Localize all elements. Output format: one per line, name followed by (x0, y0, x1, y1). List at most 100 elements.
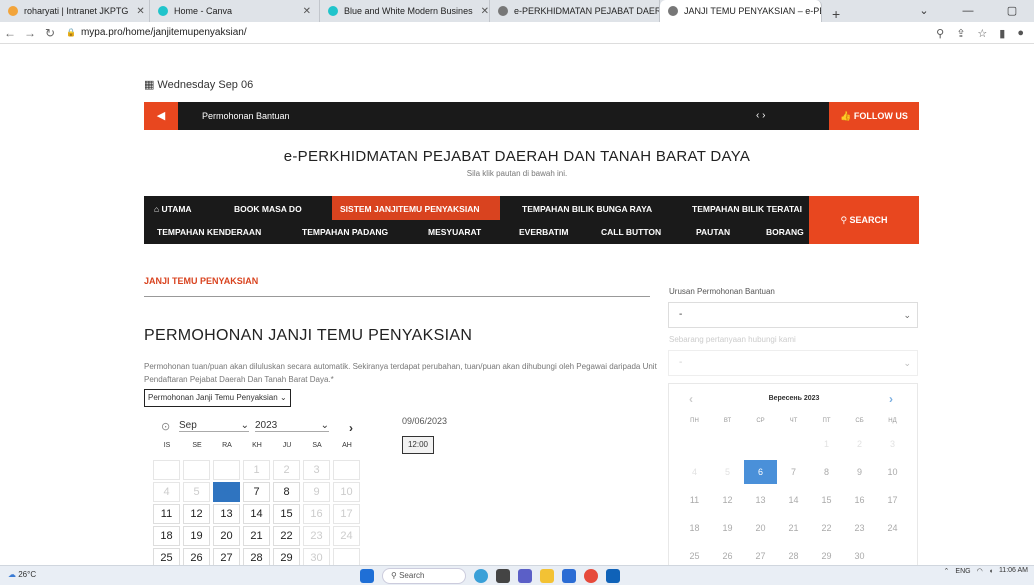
calendar-day[interactable]: 25 (153, 548, 180, 565)
calendar-day[interactable]: 29 (810, 544, 843, 565)
calendar-day[interactable]: 16 (843, 488, 876, 512)
calendar-day[interactable]: 13 (213, 504, 240, 524)
nav-item-everbatim[interactable]: EVERBATIM (519, 227, 568, 237)
volume-icon[interactable]: ◖ (989, 568, 993, 575)
next-month-icon[interactable]: › (889, 392, 893, 406)
calendar-day[interactable]: 18 (153, 526, 180, 546)
next-month-icon[interactable]: › (349, 421, 353, 435)
calendar-day[interactable]: 21 (777, 516, 810, 540)
calendar-day[interactable]: 6 (213, 482, 240, 502)
year-select[interactable]: 2023 ⌄ (255, 420, 329, 432)
calendar-day[interactable]: 8 (810, 460, 843, 484)
nav-item-sistem-janjitemu[interactable]: SISTEM JANJITEMU PENYAKSIAN (340, 204, 480, 214)
share-icon[interactable]: ⇪ (956, 27, 965, 40)
calendar-day[interactable]: 27 (213, 548, 240, 565)
maximize-icon[interactable]: ▢ (990, 0, 1034, 22)
nav-item-utama[interactable]: ⌂ UTAMA (154, 204, 192, 214)
calendar-day[interactable]: 30 (843, 544, 876, 565)
calendar-day[interactable]: 14 (777, 488, 810, 512)
calendar-day[interactable]: 26 (183, 548, 210, 565)
calendar-day[interactable]: 28 (777, 544, 810, 565)
calendar-day[interactable]: 5 (711, 460, 744, 484)
calendar-day[interactable]: 1 (810, 432, 843, 456)
calendar-day[interactable]: 12 (183, 504, 210, 524)
browser-tab[interactable]: Home - Canva ✕ (150, 0, 320, 22)
calendar-day[interactable]: 14 (243, 504, 270, 524)
task-view-icon[interactable] (496, 569, 510, 583)
wifi-icon[interactable]: ◠ (977, 567, 983, 575)
calendar-day[interactable]: 18 (678, 516, 711, 540)
nav-item-kenderaan[interactable]: TEMPAHAN KENDERAAN (157, 227, 261, 237)
tab-list-icon[interactable]: ⌄ (902, 0, 946, 22)
contact-select[interactable]: - ⌄ (668, 350, 918, 376)
month-select[interactable]: Sep ⌄ (179, 420, 249, 432)
calendar-day[interactable]: 15 (273, 504, 300, 524)
forward-icon[interactable]: → (20, 26, 40, 40)
location-icon[interactable]: ⚲ (936, 27, 944, 40)
nav-item-bilik-bunga-raya[interactable]: TEMPAHAN BILIK BUNGA RAYA (522, 204, 652, 214)
nav-item-pautan[interactable]: PAUTAN (696, 227, 730, 237)
clock[interactable]: 11:06 AM (999, 567, 1028, 575)
teams-icon[interactable] (518, 569, 532, 583)
calendar-day[interactable]: 23 (843, 516, 876, 540)
nav-item-bilik-teratai[interactable]: TEMPAHAN BILIK TERATAI (692, 204, 802, 214)
calendar-day[interactable]: 22 (810, 516, 843, 540)
browser-tab-active[interactable]: JANJI TEMU PENYAKSIAN – e-PE ✕ (660, 0, 822, 22)
calendar-day[interactable]: 19 (183, 526, 210, 546)
calendar-day[interactable]: 20 (744, 516, 777, 540)
tray-chevron-icon[interactable]: ⌃ (944, 567, 950, 575)
nav-item-book-masa-do[interactable]: BOOK MASA DO (234, 204, 302, 214)
file-explorer-icon[interactable] (540, 569, 554, 583)
calendar-day[interactable]: 25 (678, 544, 711, 565)
calendar-day[interactable]: 11 (678, 488, 711, 512)
search-button[interactable]: ⚲ SEARCH (809, 196, 919, 244)
calendar-day[interactable]: 15 (810, 488, 843, 512)
close-icon[interactable]: ✕ (128, 6, 144, 17)
outlook-icon[interactable] (606, 569, 620, 583)
calendar-day[interactable]: 21 (243, 526, 270, 546)
store-icon[interactable] (562, 569, 576, 583)
service-select[interactable]: Permohonan Janji Temu Penyaksian ⌄ (144, 389, 291, 407)
weather-widget[interactable]: ☁ 26°C (8, 570, 36, 579)
calendar-day[interactable]: 22 (273, 526, 300, 546)
bookmark-star-icon[interactable]: ☆ (977, 27, 987, 40)
new-tab-button[interactable]: + (822, 6, 850, 22)
taskbar-search[interactable]: ⚲ Search (382, 568, 466, 584)
prev-month-icon[interactable]: ⊙ (161, 420, 170, 433)
calendar-day[interactable]: 3 (876, 432, 909, 456)
calendar-day[interactable]: 4 (678, 460, 711, 484)
browser-tab[interactable]: Blue and White Modern Busines ✕ (320, 0, 490, 22)
calendar-day[interactable]: 19 (711, 516, 744, 540)
nav-item-mesyuarat[interactable]: MESYUARAT (428, 227, 481, 237)
nav-item-call-button[interactable]: CALL BUTTON (601, 227, 661, 237)
reload-icon[interactable]: ↻ (40, 26, 60, 40)
calendar-day[interactable]: 7 (243, 482, 270, 502)
close-icon[interactable]: ✕ (295, 6, 311, 17)
nav-item-padang[interactable]: TEMPAHAN PADANG (302, 227, 388, 237)
chrome-icon[interactable] (584, 569, 598, 583)
time-slot-button[interactable]: 12:00 (402, 436, 434, 454)
back-icon[interactable]: ← (0, 26, 20, 40)
news-ticker-text[interactable]: Permohonan Bantuan (202, 102, 290, 130)
browser-tab[interactable]: roharyati | Intranet JKPTG ✕ (0, 0, 150, 22)
calendar-day[interactable]: 9 (843, 460, 876, 484)
windows-start-icon[interactable] (360, 569, 374, 583)
calendar-day[interactable]: 13 (744, 488, 777, 512)
follow-us-button[interactable]: 👍 FOLLOW US (829, 102, 919, 130)
calendar-day[interactable]: 28 (243, 548, 270, 565)
copilot-icon[interactable] (474, 569, 488, 583)
calendar-day[interactable]: 8 (273, 482, 300, 502)
sidebar-icon[interactable]: ▮ (999, 27, 1005, 40)
calendar-day[interactable]: 7 (777, 460, 810, 484)
profile-icon[interactable]: ● (1017, 27, 1024, 39)
calendar-day[interactable]: 12 (711, 488, 744, 512)
calendar-day[interactable]: 11 (153, 504, 180, 524)
url-field[interactable]: 🔒 mypa.pro/home/janjitemupenyaksian/ (66, 27, 247, 38)
calendar-day[interactable]: 6 (744, 460, 777, 484)
calendar-day[interactable]: 20 (213, 526, 240, 546)
browser-tab[interactable]: e-PERKHIDMATAN PEJABAT DAER ✕ (490, 0, 660, 22)
calendar-day[interactable]: 26 (711, 544, 744, 565)
close-icon[interactable]: ✕ (473, 6, 489, 17)
nav-item-borang[interactable]: BORANG (766, 227, 804, 237)
calendar-day[interactable]: 2 (843, 432, 876, 456)
